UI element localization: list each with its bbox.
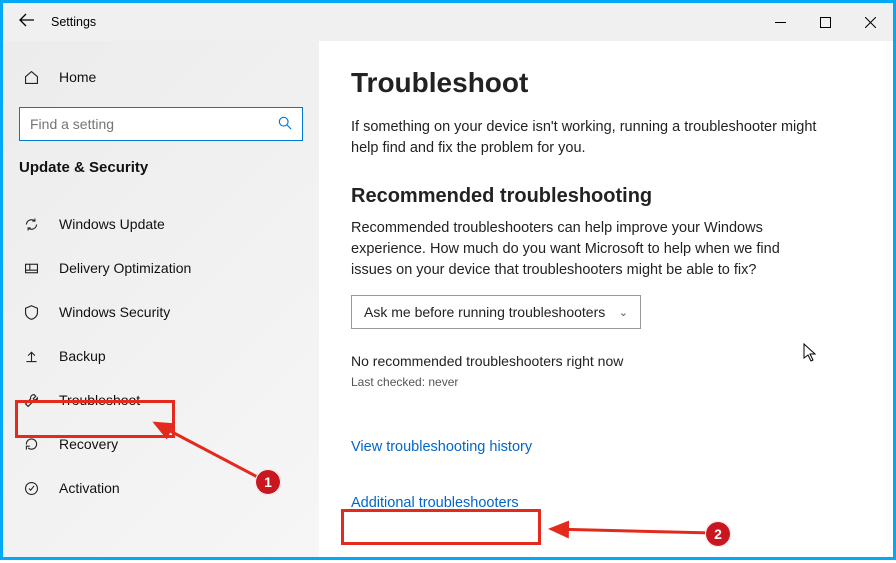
- annotation-arrow-2: [3, 3, 896, 563]
- cursor-icon: [803, 343, 819, 368]
- annotation-badge-2: 2: [705, 521, 731, 547]
